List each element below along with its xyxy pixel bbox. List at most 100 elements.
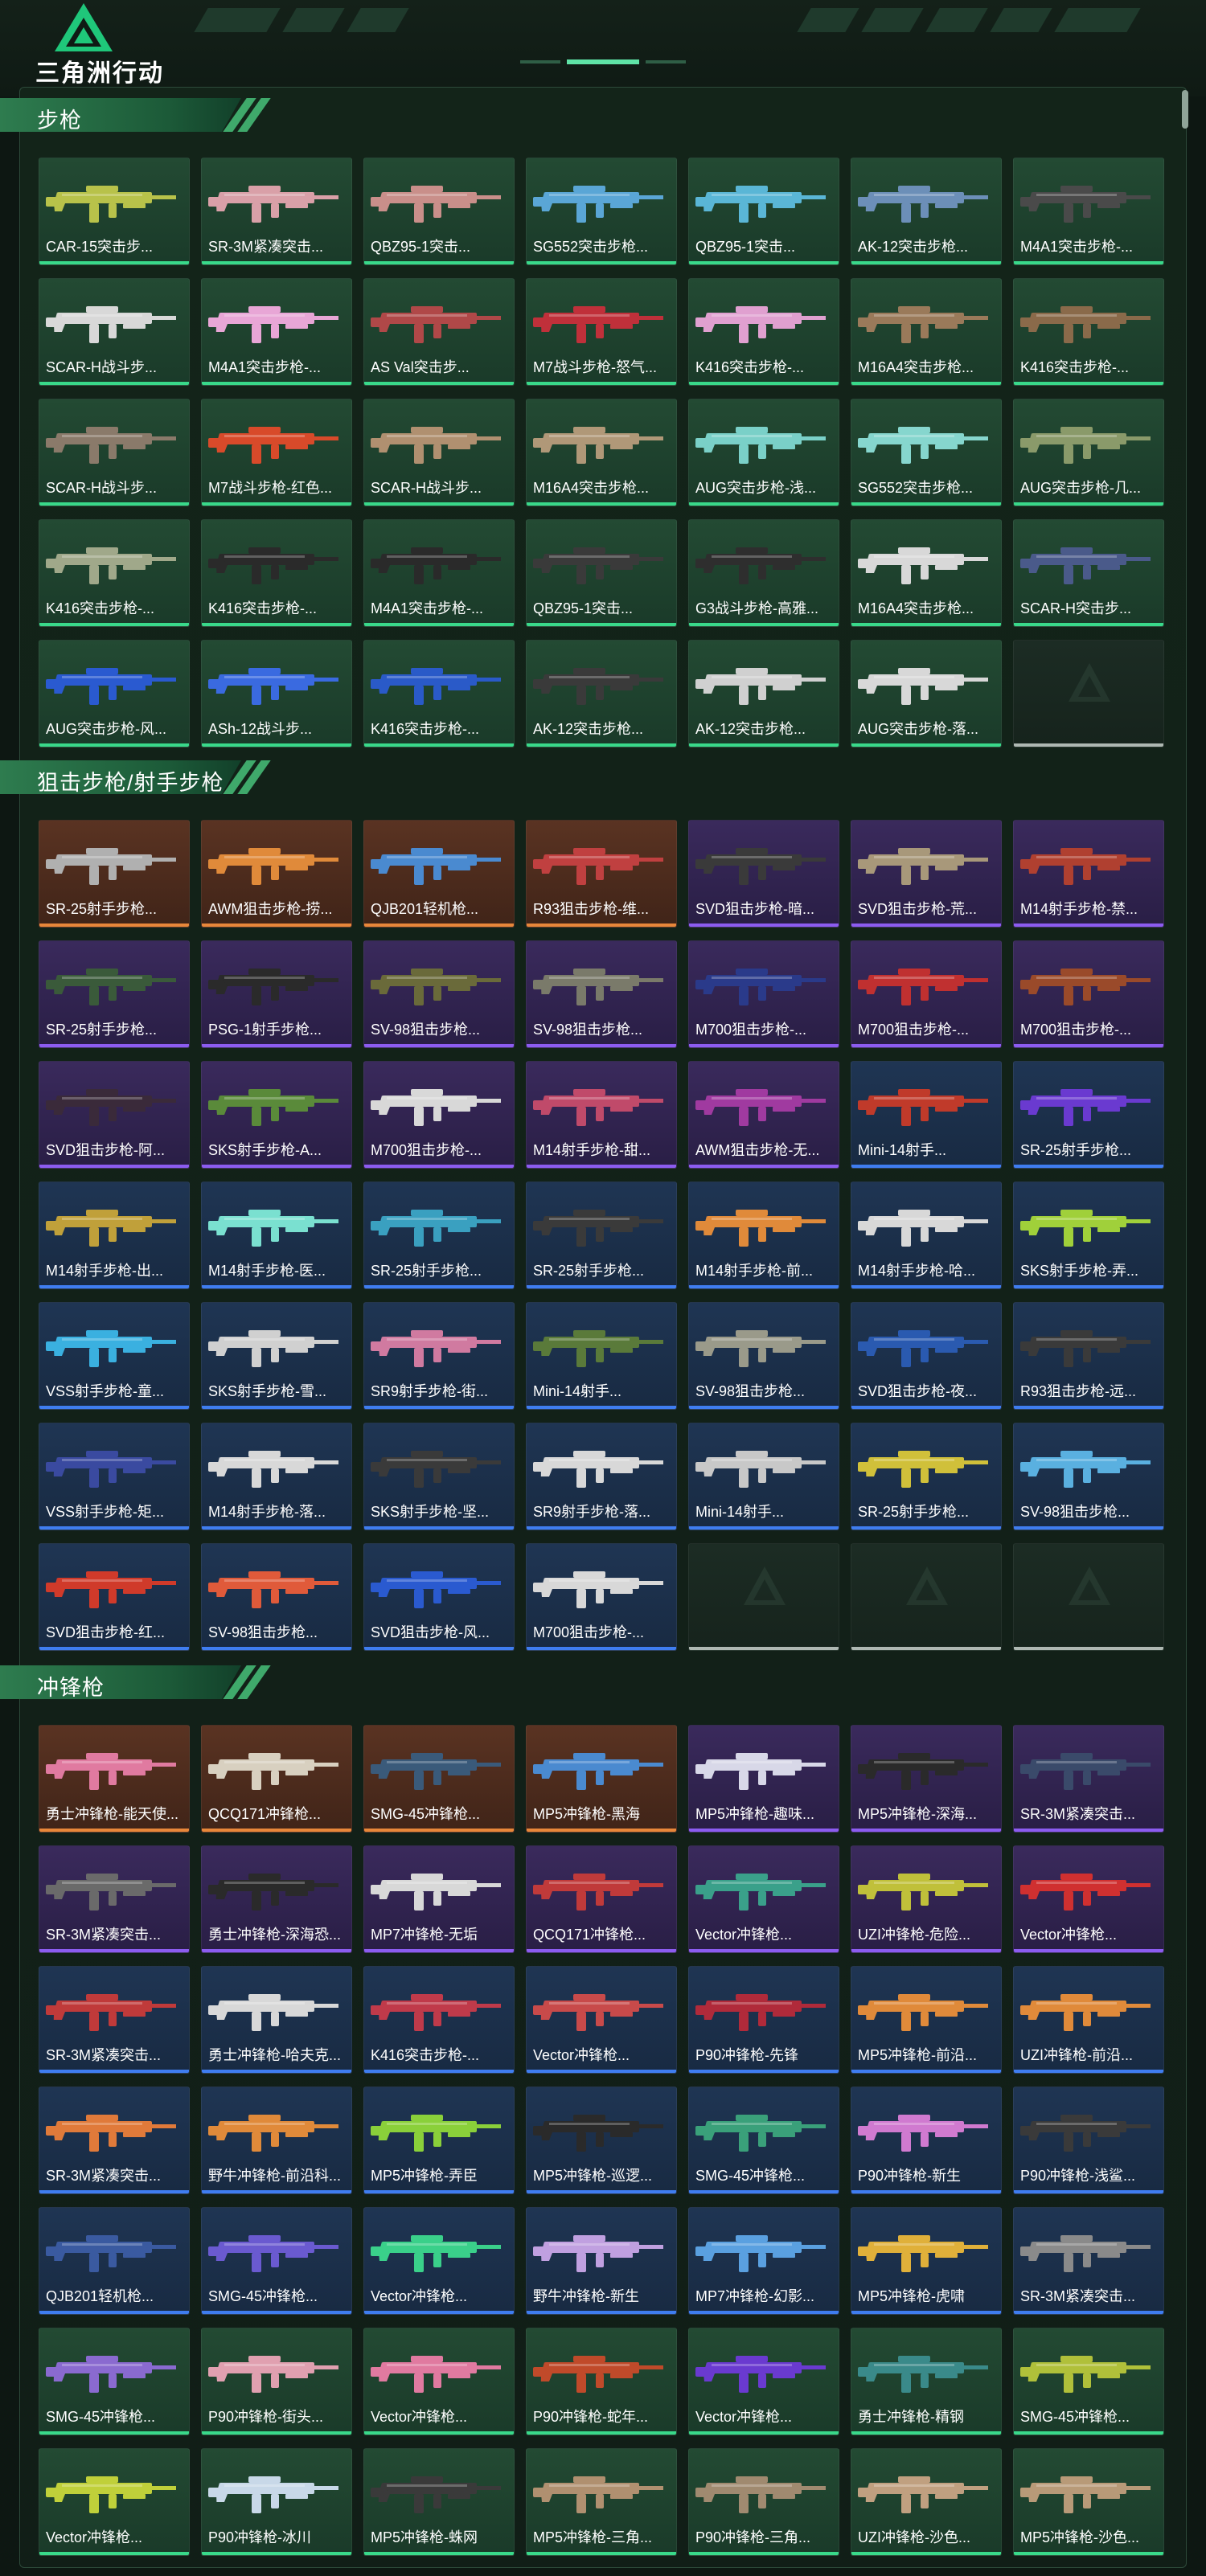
weapon-card[interactable]: P90冲锋枪-蛇年...	[526, 2328, 677, 2435]
weapon-card[interactable]: MP5冲锋枪-蛛网	[363, 2448, 515, 2556]
scrollbar[interactable]	[1182, 90, 1188, 129]
weapon-card[interactable]: SMG-45冲锋枪...	[363, 1725, 515, 1833]
weapon-card[interactable]: M14射手步枪-禁...	[1013, 820, 1164, 928]
weapon-card[interactable]: R93狙击步枪-远...	[1013, 1302, 1164, 1410]
weapon-card[interactable]: SR-3M紧凑突击...	[201, 158, 352, 265]
weapon-card[interactable]: Vector冲锋枪...	[688, 1845, 839, 1953]
weapon-card[interactable]: MP5冲锋枪-沙色...	[1013, 2448, 1164, 2556]
weapon-card[interactable]: SVD狙击步枪-阿...	[39, 1061, 190, 1169]
weapon-card[interactable]: QJB201轻机枪...	[363, 820, 515, 928]
weapon-card[interactable]: K416突击步枪-...	[363, 640, 515, 747]
weapon-card[interactable]: P90冲锋枪-浅鲨...	[1013, 2087, 1164, 2194]
weapon-card[interactable]: M7战斗步枪-怒气...	[526, 278, 677, 386]
weapon-card[interactable]: K416突击步枪-...	[363, 1966, 515, 2074]
weapon-card[interactable]: SV-98狙击步枪...	[1013, 1423, 1164, 1530]
weapon-card[interactable]: 勇士冲锋枪-深海恐...	[201, 1845, 352, 1953]
weapon-card[interactable]: SV-98狙击步枪...	[526, 940, 677, 1048]
weapon-card[interactable]: Vector冲锋枪...	[526, 1966, 677, 2074]
weapon-card[interactable]: Mini-14射手...	[526, 1302, 677, 1410]
weapon-card[interactable]: SKS射手步枪-雪...	[201, 1302, 352, 1410]
weapon-card[interactable]: SVD狙击步枪-红...	[39, 1543, 190, 1651]
weapon-card[interactable]: VSS射手步枪-矩...	[39, 1423, 190, 1530]
weapon-card[interactable]: SR-3M紧凑突击...	[1013, 2207, 1164, 2315]
weapon-card[interactable]: SVD狙击步枪-风...	[363, 1543, 515, 1651]
weapon-card[interactable]: G3战斗步枪-高雅...	[688, 519, 839, 627]
weapon-card[interactable]: K416突击步枪-...	[688, 278, 839, 386]
weapon-card[interactable]: Vector冲锋枪...	[688, 2328, 839, 2435]
weapon-card[interactable]: SR-25射手步枪...	[363, 1182, 515, 1289]
weapon-card[interactable]: SV-98狙击步枪...	[201, 1543, 352, 1651]
weapon-card[interactable]: P90冲锋枪-冰川	[201, 2448, 352, 2556]
weapon-card[interactable]: MP5冲锋枪-弄臣	[363, 2087, 515, 2194]
weapon-card[interactable]: SR9射手步枪-落...	[526, 1423, 677, 1530]
weapon-card[interactable]: SR-3M紧凑突击...	[39, 2087, 190, 2194]
weapon-card[interactable]: AUG突击步枪-风...	[39, 640, 190, 747]
weapon-card[interactable]: SR-25射手步枪...	[851, 1423, 1002, 1530]
weapon-card[interactable]: QBZ95-1突击...	[688, 158, 839, 265]
weapon-card[interactable]: SCAR-H战斗步...	[39, 399, 190, 506]
weapon-card[interactable]: P90冲锋枪-三角...	[688, 2448, 839, 2556]
weapon-card[interactable]: M700狙击步枪-...	[851, 940, 1002, 1048]
weapon-card[interactable]: AUG突击步枪-几...	[1013, 399, 1164, 506]
weapon-card[interactable]: AWM狙击步枪-无...	[688, 1061, 839, 1169]
weapon-card[interactable]: 勇士冲锋枪-能天使...	[39, 1725, 190, 1833]
weapon-card[interactable]: SV-98狙击步枪...	[363, 940, 515, 1048]
weapon-card[interactable]: M700狙击步枪-...	[526, 1543, 677, 1651]
weapon-card[interactable]: M14射手步枪-医...	[201, 1182, 352, 1289]
weapon-card[interactable]: SR-25射手步枪...	[39, 940, 190, 1048]
weapon-card[interactable]: SR-3M紧凑突击...	[1013, 1725, 1164, 1833]
weapon-card[interactable]: AUG突击步枪-落...	[851, 640, 1002, 747]
weapon-card[interactable]: 野牛冲锋枪-前沿科...	[201, 2087, 352, 2194]
weapon-card[interactable]: SR-3M紧凑突击...	[39, 1845, 190, 1953]
weapon-card[interactable]: SKS射手步枪-坚...	[363, 1423, 515, 1530]
weapon-card[interactable]: M4A1突击步枪-...	[363, 519, 515, 627]
weapon-card[interactable]: M16A4突击步枪...	[851, 278, 1002, 386]
weapon-card[interactable]: CAR-15突击步...	[39, 158, 190, 265]
weapon-card[interactable]: M700狙击步枪-...	[1013, 940, 1164, 1048]
weapon-card[interactable]: AK-12突击步枪...	[851, 158, 1002, 265]
weapon-card[interactable]: Vector冲锋枪...	[363, 2328, 515, 2435]
weapon-card[interactable]: AK-12突击步枪...	[688, 640, 839, 747]
weapon-card[interactable]: MP5冲锋枪-趣味...	[688, 1725, 839, 1833]
weapon-card[interactable]: M7战斗步枪-红色...	[201, 399, 352, 506]
weapon-card[interactable]: K416突击步枪-...	[39, 519, 190, 627]
weapon-card[interactable]: AWM狙击步枪-捞...	[201, 820, 352, 928]
weapon-card[interactable]: QCQ171冲锋枪...	[526, 1845, 677, 1953]
weapon-card[interactable]: PSG-1射手步枪...	[201, 940, 352, 1048]
weapon-card[interactable]: SCAR-H战斗步...	[363, 399, 515, 506]
weapon-card[interactable]: UZI冲锋枪-危险...	[851, 1845, 1002, 1953]
weapon-card[interactable]: M4A1突击步枪-...	[201, 278, 352, 386]
weapon-card[interactable]: ASh-12战斗步...	[201, 640, 352, 747]
weapon-card[interactable]: SMG-45冲锋枪...	[201, 2207, 352, 2315]
weapon-card[interactable]: Mini-14射手...	[851, 1061, 1002, 1169]
weapon-card[interactable]: SVD狙击步枪-夜...	[851, 1302, 1002, 1410]
weapon-card[interactable]: MP5冲锋枪-三角...	[526, 2448, 677, 2556]
weapon-card[interactable]: SKS射手步枪-A...	[201, 1061, 352, 1169]
weapon-card[interactable]: P90冲锋枪-新生	[851, 2087, 1002, 2194]
weapon-card[interactable]: R93狙击步枪-维...	[526, 820, 677, 928]
weapon-card[interactable]: Vector冲锋枪...	[1013, 1845, 1164, 1953]
weapon-card[interactable]: SVD狙击步枪-暗...	[688, 820, 839, 928]
weapon-card[interactable]: SMG-45冲锋枪...	[688, 2087, 839, 2194]
weapon-card[interactable]: SR9射手步枪-街...	[363, 1302, 515, 1410]
weapon-card[interactable]: MP5冲锋枪-黑海	[526, 1725, 677, 1833]
weapon-card[interactable]: SVD狙击步枪-荒...	[851, 820, 1002, 928]
weapon-card[interactable]: UZI冲锋枪-前沿...	[1013, 1966, 1164, 2074]
weapon-card[interactable]: SKS射手步枪-弄...	[1013, 1182, 1164, 1289]
weapon-card[interactable]: SV-98狙击步枪...	[688, 1302, 839, 1410]
weapon-card[interactable]: AUG突击步枪-浅...	[688, 399, 839, 506]
weapon-card[interactable]: Vector冲锋枪...	[363, 2207, 515, 2315]
weapon-card[interactable]: AK-12突击步枪...	[526, 640, 677, 747]
weapon-card[interactable]: P90冲锋枪-先锋	[688, 1966, 839, 2074]
weapon-card[interactable]: M4A1突击步枪-...	[1013, 158, 1164, 265]
weapon-card[interactable]: K416突击步枪-...	[201, 519, 352, 627]
weapon-card[interactable]: SG552突击步枪...	[851, 399, 1002, 506]
weapon-card[interactable]: QCQ171冲锋枪...	[201, 1725, 352, 1833]
weapon-card[interactable]: 野牛冲锋枪-新生	[526, 2207, 677, 2315]
weapon-card[interactable]: UZI冲锋枪-沙色...	[851, 2448, 1002, 2556]
weapon-card[interactable]: SCAR-H战斗步...	[39, 278, 190, 386]
weapon-card[interactable]: 勇士冲锋枪-哈夫克...	[201, 1966, 352, 2074]
weapon-card[interactable]: MP5冲锋枪-虎啸	[851, 2207, 1002, 2315]
weapon-card[interactable]: 勇士冲锋枪-精钢	[851, 2328, 1002, 2435]
weapon-card[interactable]: MP5冲锋枪-前沿...	[851, 1966, 1002, 2074]
